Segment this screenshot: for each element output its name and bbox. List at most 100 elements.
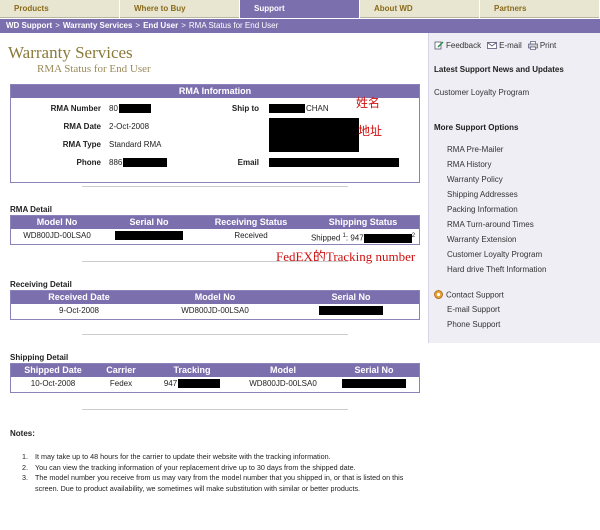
ship-to-value: CHAN <box>269 104 329 114</box>
phone-support-link[interactable]: Phone Support <box>447 320 500 329</box>
rma-number-value: 80 <box>109 104 151 114</box>
tab-about-wd[interactable]: About WD <box>360 0 480 18</box>
redacted-block <box>269 104 305 114</box>
contact-support-icon <box>434 290 443 301</box>
sidebar-item-shipping-addresses[interactable]: Shipping Addresses <box>447 190 518 199</box>
redacted-block <box>342 379 406 389</box>
redacted-block <box>269 158 399 168</box>
email-support-link[interactable]: E-mail Support <box>447 305 500 314</box>
table-row: 9-Oct-2008 WD800JD-00LSA0 <box>11 304 419 318</box>
shipping-detail-table: Shipped Date Carrier Tracking Model Seri… <box>10 363 420 393</box>
email-label: Email <box>237 158 259 167</box>
list-item: 1. It may take up to 48 hours for the car… <box>22 452 331 461</box>
contact-support-link[interactable]: Contact Support <box>434 290 504 301</box>
sidebar-item-customer-loyalty[interactable]: Customer Loyalty Program <box>447 250 542 259</box>
receiving-detail-header-row: Received Date Model No Serial No <box>11 291 419 304</box>
breadcrumb-current: RMA Status for End User <box>188 21 279 30</box>
rma-detail-header-row: Model No Serial No Receiving Status Ship… <box>11 216 419 229</box>
breadcrumb: WD Support > Warranty Services > End User > RM… <box>0 19 600 33</box>
redacted-block <box>363 234 412 243</box>
breadcrumb-wd-support[interactable]: WD Support <box>6 21 52 30</box>
email-value <box>269 158 399 168</box>
model-cell: WD800JD-00LSA0 <box>249 379 317 388</box>
sidebar-item-rma-history[interactable]: RMA History <box>447 160 491 169</box>
notes-section: Notes: 1. It may take up to 48 hours for … <box>10 429 403 493</box>
print-link[interactable]: Print <box>527 41 556 51</box>
redacted-block <box>118 104 151 114</box>
feedback-icon <box>434 41 444 50</box>
sidebar-item-packing-information[interactable]: Packing Information <box>447 205 518 214</box>
receiving-detail-title: Receiving Detail <box>10 280 72 289</box>
col-serial-no: Serial No <box>354 365 394 375</box>
notes-title: Notes: <box>10 429 35 438</box>
page-title: Warranty Services <box>8 43 133 62</box>
print-icon <box>527 41 538 51</box>
annotation-address: 地址 <box>358 124 383 138</box>
redacted-address <box>269 118 359 152</box>
redacted-block <box>319 306 383 316</box>
news-heading: Latest Support News and Updates <box>434 65 564 74</box>
tracking-cell: 947 <box>147 377 237 391</box>
annotation-tracking: FedEX的Tracking number <box>276 249 416 264</box>
customer-loyalty-link[interactable]: Customer Loyalty Program <box>434 88 529 97</box>
main-content: Warranty Services RMA Status for End Use… <box>0 33 428 530</box>
divider <box>82 261 348 262</box>
sidebar-item-rma-turnaround[interactable]: RMA Turn-around Times <box>447 220 534 229</box>
tab-where-to-buy[interactable]: Where to Buy <box>120 0 240 18</box>
sidebar-item-theft-information[interactable]: Hard drive Theft Information <box>447 265 546 274</box>
ship-to-label: Ship to <box>231 104 259 113</box>
divider <box>82 334 348 335</box>
more-options-heading: More Support Options <box>434 123 519 132</box>
serial-cell <box>283 304 419 318</box>
sidebar-item-rma-pre-mailer[interactable]: RMA Pre-Mailer <box>447 145 503 154</box>
redacted-block <box>178 379 221 389</box>
sidebar-item-warranty-policy[interactable]: Warranty Policy <box>447 175 503 184</box>
col-shipped-date: Shipped Date <box>24 365 82 375</box>
shipping-cell: Shipped 1: 947 2 <box>310 233 416 243</box>
tab-products[interactable]: Products <box>0 0 120 18</box>
col-model-no: Model No <box>194 292 236 302</box>
col-serial-no: Serial No <box>129 217 169 227</box>
annotation-name: 姓名 <box>356 96 381 110</box>
col-carrier: Carrier <box>106 365 136 375</box>
serial-cell <box>103 229 195 243</box>
col-received-date: Received Date <box>48 292 110 302</box>
rma-date-value: 2-Oct-2008 <box>109 122 150 131</box>
rma-type-label: RMA Type <box>62 140 101 149</box>
phone-value: 886 <box>109 158 168 168</box>
col-serial-no: Serial No <box>331 292 371 302</box>
breadcrumb-warranty-services[interactable]: Warranty Services <box>63 21 133 30</box>
col-tracking: Tracking <box>173 365 211 375</box>
receiving-cell: Received <box>234 231 268 240</box>
top-nav: Products Where to Buy Support About WD P… <box>0 0 600 18</box>
list-item: 2. You can view the tracking information … <box>22 462 356 472</box>
received-date-cell: 9-Oct-2008 <box>58 306 100 315</box>
page-subtitle: RMA Status for End User <box>37 63 151 75</box>
divider <box>82 409 348 410</box>
phone-label: Phone <box>76 158 101 167</box>
notes-list: 1. It may take up to 48 hours for the car… <box>22 452 417 494</box>
rma-number-label: RMA Number <box>50 104 101 113</box>
col-model: Model <box>270 365 296 375</box>
rma-detail-title: RMA Detail <box>10 205 52 214</box>
carrier-cell: Fedex <box>109 379 133 388</box>
email-icon <box>487 41 498 50</box>
divider <box>82 186 348 187</box>
sidebar-item-warranty-extension[interactable]: Warranty Extension <box>447 235 517 244</box>
list-item: 3. The model number you receive from us m… <box>22 473 404 493</box>
email-link[interactable]: E-mail <box>487 41 522 50</box>
receiving-detail-table: Received Date Model No Serial No 9-Oct-2… <box>10 290 420 320</box>
rma-date-label: RMA Date <box>63 122 101 131</box>
shipping-detail-header-row: Shipped Date Carrier Tracking Model Seri… <box>11 364 419 377</box>
tab-support[interactable]: Support <box>240 0 360 18</box>
tab-partners[interactable]: Partners <box>480 0 600 18</box>
breadcrumb-end-user[interactable]: End User <box>143 21 178 30</box>
shipped-date-cell: 10-Oct-2008 <box>30 379 76 388</box>
col-receiving-status: Receiving Status <box>214 217 288 227</box>
rma-detail-table: Model No Serial No Receiving Status Ship… <box>10 215 420 245</box>
serial-cell <box>329 377 419 391</box>
utility-links: Feedback E-mail Print <box>434 41 556 51</box>
rma-type-value: Standard RMA <box>109 140 162 149</box>
feedback-link[interactable]: Feedback <box>434 41 481 50</box>
model-cell: WD800JD-00LSA0 <box>23 231 91 240</box>
